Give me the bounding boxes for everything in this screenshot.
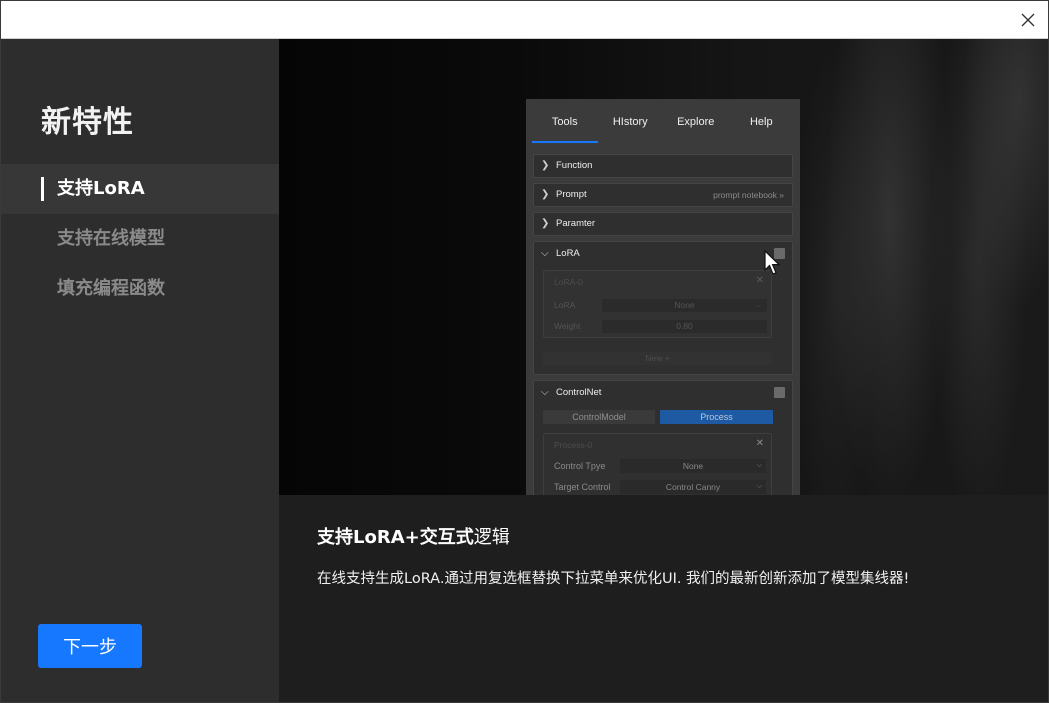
title-bar (1, 1, 1048, 39)
lora-select: None ⌵ (602, 299, 767, 312)
control-type-select: None ⌵ (620, 459, 766, 473)
process-tab: Process (660, 410, 773, 424)
preview-section-prompt: ❯ Prompt prompt notebook » (533, 183, 793, 207)
nav-item-online-models[interactable]: 支持在线模型 (1, 214, 279, 264)
weight-field-label: Weight (554, 321, 581, 331)
chevron-down-icon: ⌵ (541, 387, 549, 398)
preview-tab-explore: Explore (677, 116, 715, 128)
feature-nav: 支持LoRA 支持在线模型 填充编程函数 (1, 164, 279, 314)
sidebar-title: 新特性 (41, 105, 134, 140)
control-type-value: None (682, 461, 704, 471)
target-control-select: Control Canny ⌵ (620, 480, 766, 494)
preview-section-label: Prompt (556, 189, 587, 200)
feature-description: 在线支持生成LoRA.通过用复选框替换下拉菜单来优化UI. 我们的最新创新添加了… (317, 571, 910, 587)
sidebar: 新特性 支持LoRA 支持在线模型 填充编程函数 下一步 (1, 39, 279, 702)
mouse-cursor-icon (764, 250, 781, 275)
feature-preview-image: Tools HIstory Explore Help ❯ Function ❯ … (279, 39, 1048, 495)
weight-input: 0.80 (602, 320, 767, 333)
weight-value: 0.80 (676, 321, 693, 331)
chevron-down-icon: ⌵ (541, 248, 549, 259)
chevron-down-icon: ⌵ (756, 483, 762, 490)
feature-title-light: 逻辑 (473, 527, 510, 548)
new-features-dialog: 新特性 支持LoRA 支持在线模型 填充编程函数 下一步 Tools HIsto… (0, 0, 1049, 703)
nav-item-lora[interactable]: 支持LoRA (1, 164, 279, 214)
chevron-right-icon: ❯ (541, 160, 550, 171)
chevron-down-icon: ⌵ (755, 302, 761, 309)
close-icon: ✕ (755, 275, 764, 286)
target-control-label: Target Control (554, 482, 611, 492)
process-item-card: Process-0 ✕ Control Tpye None ⌵ Target C… (543, 433, 772, 495)
preview-section-paramter: ❯ Paramter (533, 212, 793, 236)
close-icon (1021, 13, 1035, 27)
preview-tab-bar: Tools HIstory Explore Help (526, 99, 800, 143)
close-button[interactable] (1016, 8, 1040, 32)
next-step-button[interactable]: 下一步 (38, 624, 142, 668)
lora-field-label: LoRA (554, 300, 576, 310)
nav-item-fill-functions[interactable]: 填充编程函数 (1, 264, 279, 314)
preview-tab-tools: Tools (532, 99, 598, 143)
feature-title-bold: 支持LoRA+交互式 (317, 527, 474, 548)
control-type-label: Control Tpye (554, 461, 606, 471)
prompt-notebook-link: prompt notebook » (713, 190, 784, 200)
chevron-down-icon: ⌵ (756, 462, 762, 469)
controlnet-header: ⌵ ControlNet (534, 381, 792, 405)
preview-section-label: Function (556, 160, 593, 171)
target-control-value: Control Canny (665, 482, 721, 492)
preview-section-label: Paramter (556, 218, 596, 229)
feature-title: 支持LoRA+交互式逻辑 (317, 523, 510, 549)
preview-section-label: ControlNet (556, 387, 602, 398)
controlnet-checkbox (774, 387, 785, 398)
control-model-tab: ControlModel (543, 410, 655, 424)
preview-section-lora: ⌵ LoRA LoRA-0 ✕ LoRA None ⌵ Weight 0.80 (533, 241, 793, 375)
process-item-title: Process-0 (554, 440, 593, 450)
preview-tools-panel: Tools HIstory Explore Help ❯ Function ❯ … (526, 99, 800, 495)
preview-section-label: LoRA (556, 248, 580, 259)
lora-header: ⌵ LoRA (534, 242, 792, 266)
lora-new-button: New + (543, 352, 772, 365)
lora-select-value: None (674, 300, 695, 310)
chevron-right-icon: ❯ (541, 218, 550, 229)
preview-section-function: ❯ Function (533, 154, 793, 178)
close-icon: ✕ (755, 438, 764, 449)
feature-description-panel: 支持LoRA+交互式逻辑 在线支持生成LoRA.通过用复选框替换下拉菜单来优化U… (279, 495, 1048, 702)
preview-tab-history: HIstory (612, 116, 648, 128)
lora-item-title: LoRA-0 (554, 277, 583, 287)
lora-item-card: LoRA-0 ✕ LoRA None ⌵ Weight 0.80 (543, 270, 772, 338)
preview-section-controlnet: ⌵ ControlNet ControlModel Process Proces… (533, 380, 793, 495)
preview-tab-help: Help (749, 116, 773, 128)
chevron-right-icon: ❯ (541, 189, 550, 200)
